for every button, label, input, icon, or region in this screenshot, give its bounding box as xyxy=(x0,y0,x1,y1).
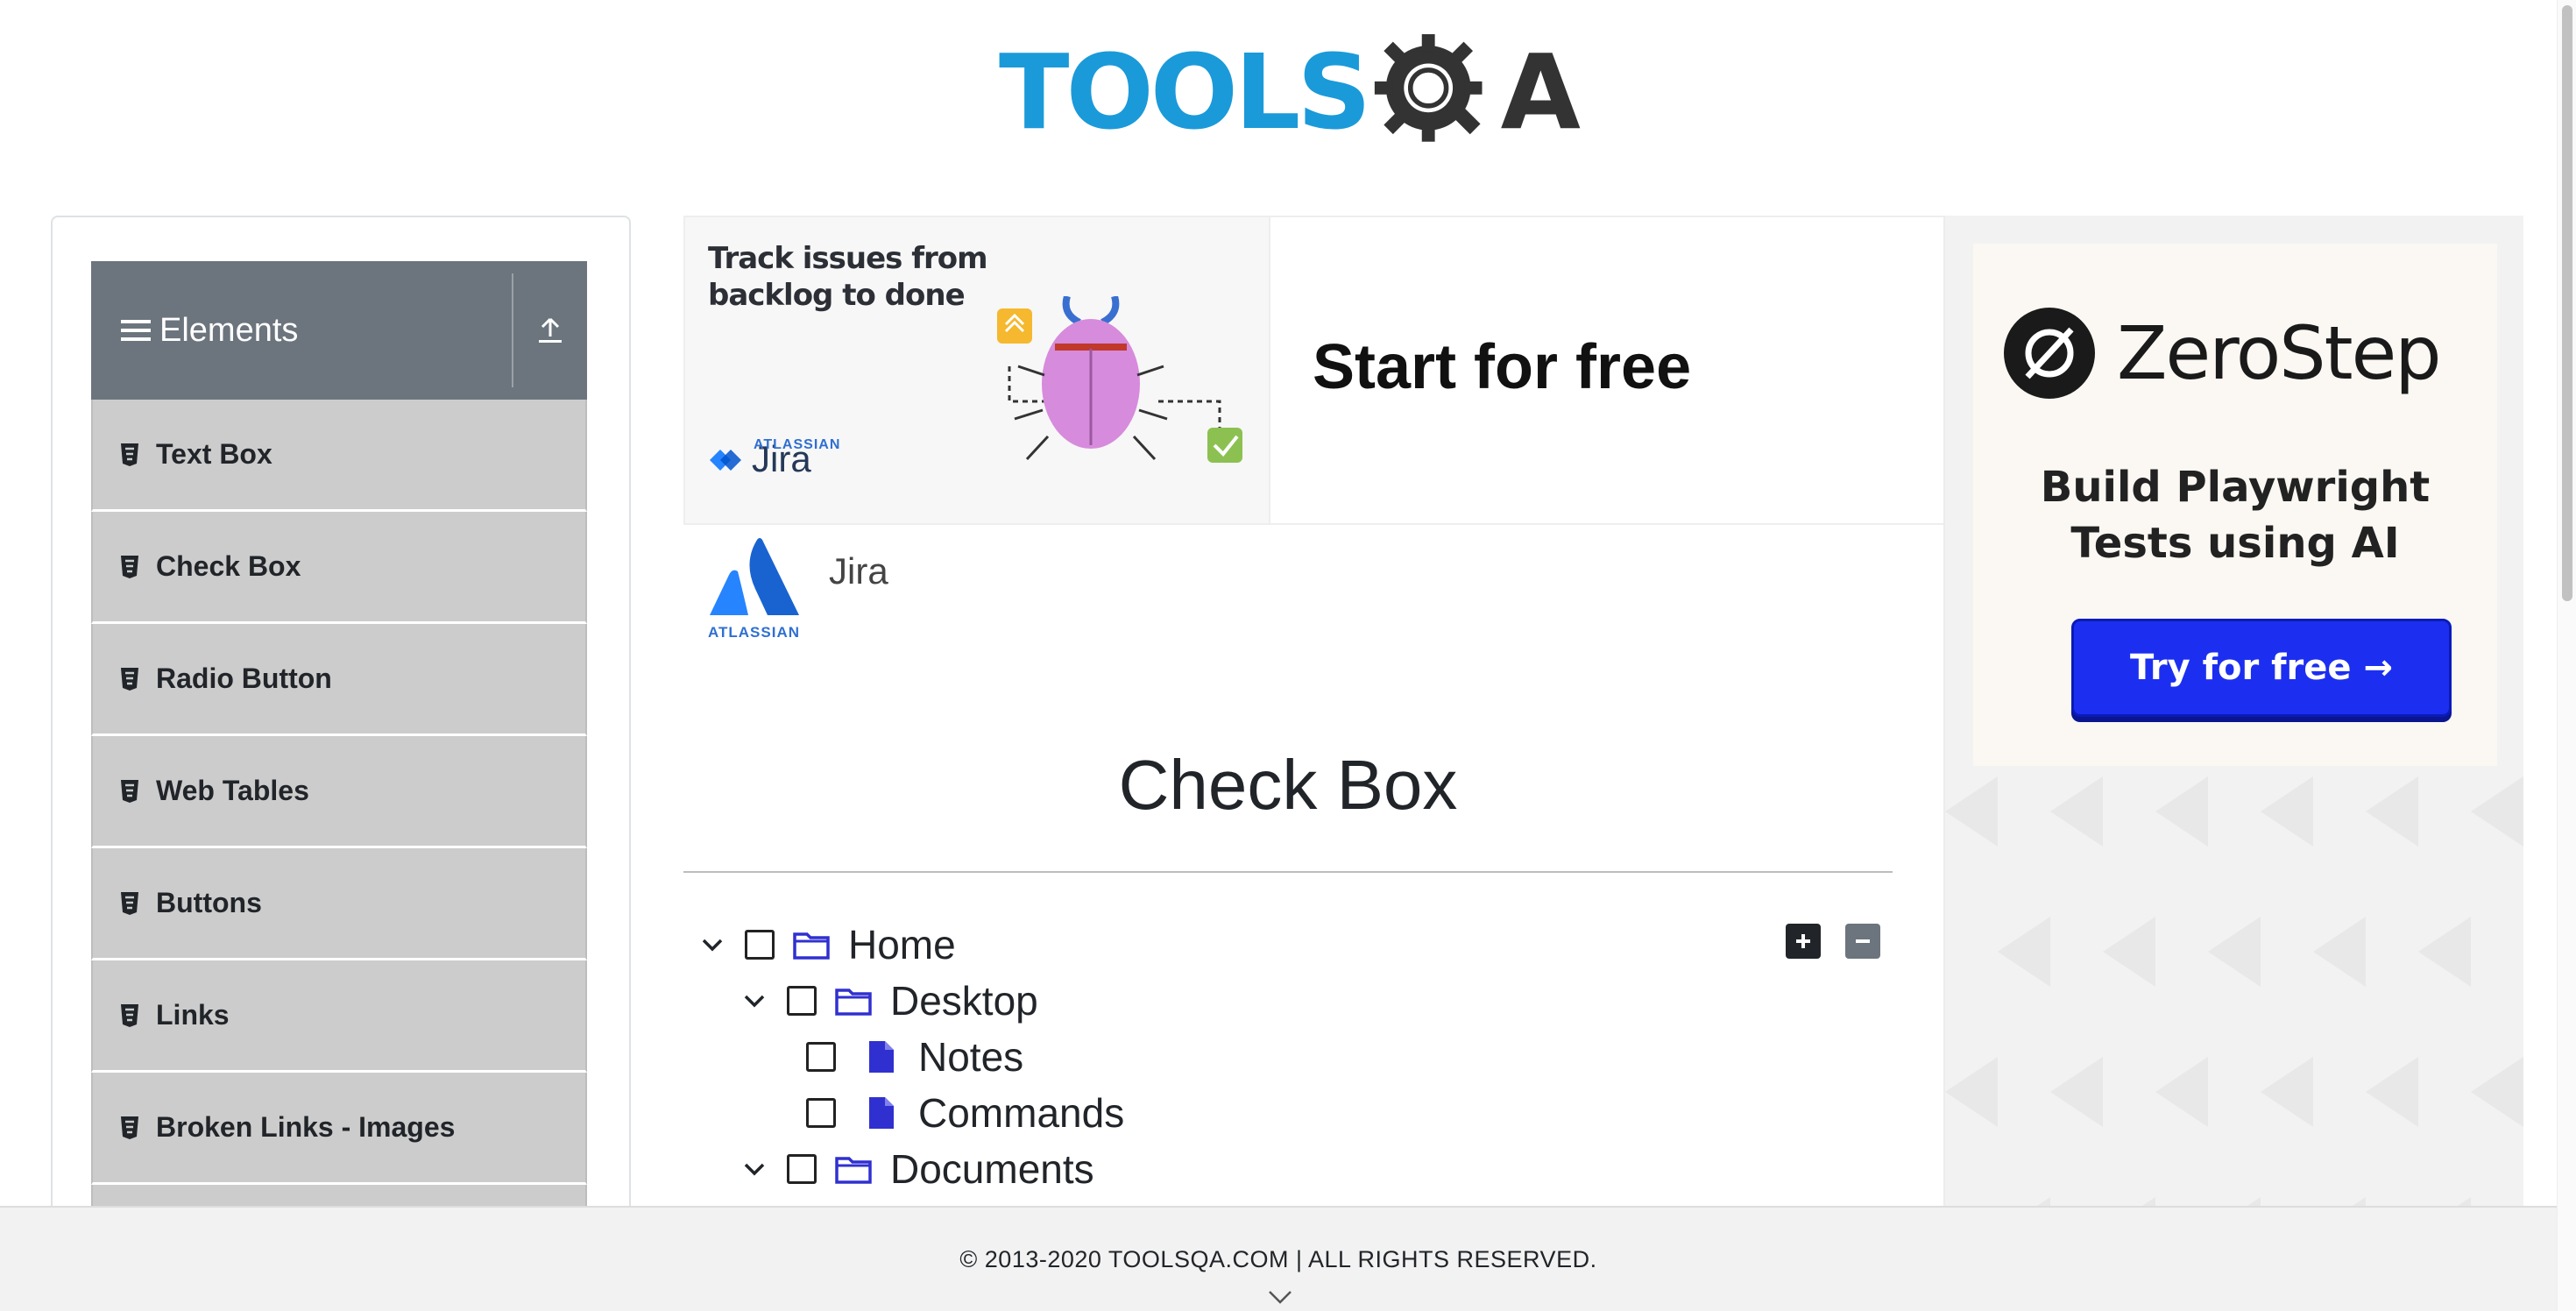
title-divider xyxy=(683,871,1893,873)
node-checkbox[interactable] xyxy=(806,1098,836,1128)
scrollbar-thumb[interactable] xyxy=(2562,5,2572,601)
html5-icon xyxy=(121,555,138,578)
html5-icon xyxy=(121,667,138,691)
sidebar-item-label: Links xyxy=(156,999,230,1031)
plus-icon xyxy=(1796,934,1810,948)
tree-node-label[interactable]: Desktop xyxy=(890,977,1038,1024)
sidebar-item-label: Buttons xyxy=(156,887,262,918)
elements-group-header[interactable]: Elements xyxy=(91,261,587,400)
zerostep-logo-icon xyxy=(2004,308,2095,399)
page-title: Check Box xyxy=(1118,746,1458,824)
collapse-all-button[interactable] xyxy=(1845,924,1880,959)
banner-cta-text[interactable]: Start for free xyxy=(1313,331,1691,403)
try-for-free-button[interactable]: Try for free → xyxy=(2071,619,2452,717)
tree-node-commands: Commands xyxy=(806,1085,1124,1141)
tagline-line2: Tests using AI xyxy=(2070,519,2400,568)
node-checkbox[interactable] xyxy=(787,986,817,1016)
logo-a-text: A xyxy=(1500,32,1581,152)
atlassian-wordmark: ATLASSIAN xyxy=(754,437,841,452)
expand-all-button[interactable] xyxy=(1786,924,1821,959)
file-icon xyxy=(862,1095,901,1130)
file-icon xyxy=(862,1039,901,1074)
page-scrollbar[interactable] xyxy=(2557,0,2576,1311)
collapse-group-button[interactable] xyxy=(513,261,587,400)
tree-node-label[interactable]: Notes xyxy=(918,1033,1023,1081)
footer-copyright: © 2013-2020 TOOLSQA.COM | ALL RIGHTS RES… xyxy=(959,1246,1597,1272)
zerostep-ad[interactable]: ZeroStep Build Playwright Tests using AI… xyxy=(1943,216,2523,1311)
bug-illustration-icon xyxy=(997,296,1242,463)
tree-node-documents: Documents xyxy=(738,1141,1094,1197)
folder-icon xyxy=(792,927,831,962)
chevron-down-icon xyxy=(702,939,723,952)
elements-menu-list: Text Box Check Box Radio Button Web Tabl… xyxy=(91,400,587,1297)
html5-icon xyxy=(121,443,138,466)
sidebar-item-label: Web Tables xyxy=(156,775,309,806)
folder-icon xyxy=(834,1152,873,1187)
jira-sponsor[interactable]: ATLASSIAN Jira xyxy=(708,536,888,641)
tree-node-desktop: Desktop xyxy=(738,973,1038,1029)
collapse-node-button[interactable] xyxy=(696,928,729,961)
sidebar-item-broken-links-images[interactable]: Broken Links - Images xyxy=(91,1073,587,1185)
sidebar-item-label: Text Box xyxy=(156,438,272,470)
sidebar-item-label: Radio Button xyxy=(156,663,332,694)
html5-icon xyxy=(121,779,138,803)
elements-group-title[interactable]: Elements xyxy=(91,261,512,400)
jira-small-logo: ATLASSIAN Jira xyxy=(708,437,839,478)
logo-tools-text: TOOLS xyxy=(999,32,1371,152)
atlassian-wordmark: ATLASSIAN xyxy=(708,624,801,641)
zerostep-wordmark: ZeroStep xyxy=(2117,310,2442,396)
sidebar-item-links[interactable]: Links xyxy=(91,960,587,1073)
sidebar-item-check-box[interactable]: Check Box xyxy=(91,512,587,624)
sidebar-item-label: Broken Links - Images xyxy=(156,1111,456,1143)
tree-node-label[interactable]: Documents xyxy=(890,1145,1094,1193)
tree-node-label[interactable]: Home xyxy=(848,921,956,968)
collapse-node-button[interactable] xyxy=(738,984,771,1017)
sidebar-item-web-tables[interactable]: Web Tables xyxy=(91,736,587,848)
chevron-down-icon xyxy=(744,995,765,1008)
jira-banner-ad[interactable]: Track issues from backlog to done ATLASS… xyxy=(683,216,1945,525)
banner-image: Track issues from backlog to done ATLASS… xyxy=(685,217,1270,523)
node-checkbox[interactable] xyxy=(806,1042,836,1072)
html5-icon xyxy=(121,1003,138,1027)
node-checkbox[interactable] xyxy=(787,1154,817,1184)
tagline-line1: Build Playwright xyxy=(2040,463,2431,512)
zerostep-logo: ZeroStep xyxy=(2003,307,2442,400)
chevron-down-icon xyxy=(744,1163,765,1176)
left-sidebar: Elements Text Box Check Box Radio Button… xyxy=(51,216,631,1311)
jira-logo-icon xyxy=(710,450,741,471)
tree-node-notes: Notes xyxy=(806,1029,1023,1085)
zerostep-tagline: Build Playwright Tests using AI xyxy=(1973,459,2497,571)
banner-headline: Track issues from backlog to done xyxy=(708,241,988,313)
sponsor-name: Jira xyxy=(829,550,888,592)
html5-icon xyxy=(121,891,138,915)
group-title-label: Elements xyxy=(159,311,299,349)
toolsqa-logo[interactable]: TOOLS A xyxy=(999,26,1581,158)
sidebar-item-text-box[interactable]: Text Box xyxy=(91,400,587,512)
sidebar-item-label: Check Box xyxy=(156,550,301,582)
sidebar-item-radio-button[interactable]: Radio Button xyxy=(91,624,587,736)
tree-node-label[interactable]: Commands xyxy=(918,1089,1124,1137)
sidebar-item-buttons[interactable]: Buttons xyxy=(91,848,587,960)
collapse-node-button[interactable] xyxy=(738,1152,771,1186)
folder-icon xyxy=(834,983,873,1018)
zerostep-card: ZeroStep Build Playwright Tests using AI… xyxy=(1973,244,2497,766)
atlassian-logo-icon xyxy=(710,538,799,615)
chevron-down-icon[interactable] xyxy=(1267,1288,1293,1306)
tree-node-home: Home xyxy=(696,917,956,973)
html5-icon xyxy=(121,1116,138,1139)
minus-icon xyxy=(1856,939,1870,943)
upload-arrow-icon xyxy=(539,317,562,343)
node-checkbox[interactable] xyxy=(745,930,775,960)
hamburger-icon xyxy=(121,320,151,341)
page-footer: © 2013-2020 TOOLSQA.COM | ALL RIGHTS RES… xyxy=(0,1206,2557,1311)
gear-magnifier-icon xyxy=(1375,34,1483,142)
